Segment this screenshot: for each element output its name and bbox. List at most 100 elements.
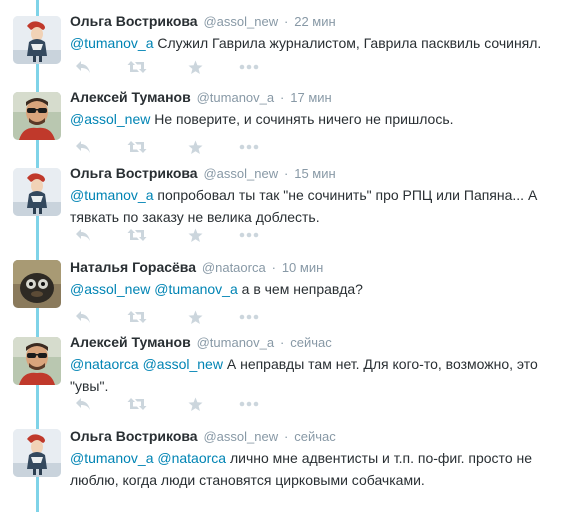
tweet-text: @tumanov_a @nataorca лично мне адвентист… bbox=[70, 447, 560, 491]
mention-link[interactable]: @assol_new bbox=[70, 281, 150, 297]
tweet-timestamp[interactable]: 10 мин bbox=[282, 260, 323, 275]
tweet-header: Ольга Вострикова @assol_new · 15 мин bbox=[70, 164, 578, 182]
separator: · bbox=[280, 90, 285, 105]
user-handle[interactable]: @assol_new bbox=[203, 14, 278, 29]
tweet-text: @tumanov_a Служил Гаврила журналистом, Г… bbox=[70, 32, 578, 54]
retweet-button[interactable] bbox=[126, 58, 148, 76]
retweet-icon bbox=[127, 60, 147, 74]
mention-link[interactable]: @nataorca bbox=[157, 450, 226, 466]
tweet-text: @assol_new Не поверите, и сочинять ничег… bbox=[70, 108, 578, 130]
retweet-button[interactable] bbox=[126, 226, 148, 244]
tweet-timestamp[interactable]: 22 мин bbox=[294, 14, 335, 29]
separator: · bbox=[283, 166, 289, 181]
mention-link[interactable]: @tumanov_a bbox=[70, 35, 153, 51]
tweet-timestamp[interactable]: 17 мин bbox=[290, 90, 331, 105]
user-fullname[interactable]: Ольга Вострикова bbox=[70, 13, 198, 29]
avatar[interactable] bbox=[13, 16, 61, 64]
user-handle[interactable]: @nataorca bbox=[202, 260, 266, 275]
reply-button[interactable] bbox=[72, 58, 94, 76]
user-fullname[interactable]: Алексей Туманов bbox=[70, 89, 191, 105]
avatar-image bbox=[13, 260, 61, 308]
tweet-actions bbox=[70, 308, 330, 326]
favorite-button[interactable] bbox=[184, 58, 206, 76]
star-icon bbox=[188, 140, 203, 155]
tweet-header: Алексей Туманов @tumanov_a · 17 мин bbox=[70, 88, 578, 106]
retweet-button[interactable] bbox=[126, 395, 148, 413]
star-icon bbox=[188, 228, 203, 243]
reply-icon bbox=[75, 310, 91, 324]
mention-link[interactable]: @tumanov_a bbox=[70, 450, 153, 466]
retweet-icon bbox=[127, 140, 147, 154]
separator: · bbox=[283, 429, 289, 444]
mention-link[interactable]: @assol_new bbox=[70, 111, 150, 127]
tweet-actions bbox=[70, 138, 330, 156]
user-fullname[interactable]: Наталья Горасёва bbox=[70, 259, 196, 275]
tweet-text-segment: Служил Гаврила журналистом, Гаврила паск… bbox=[153, 35, 542, 51]
reply-button[interactable] bbox=[72, 308, 94, 326]
avatar-image bbox=[13, 168, 61, 216]
mention-link[interactable]: @tumanov_a bbox=[154, 281, 237, 297]
tweet-timestamp[interactable]: сейчас bbox=[294, 429, 336, 444]
more-icon bbox=[239, 401, 259, 407]
avatar[interactable] bbox=[13, 92, 61, 140]
avatar[interactable] bbox=[13, 168, 61, 216]
user-handle[interactable]: @assol_new bbox=[203, 429, 278, 444]
user-fullname[interactable]: Ольга Вострикова bbox=[70, 165, 198, 181]
reply-icon bbox=[75, 397, 91, 411]
retweet-button[interactable] bbox=[126, 308, 148, 326]
mention-link[interactable]: @tumanov_a bbox=[70, 187, 153, 203]
more-icon bbox=[239, 144, 259, 150]
tweet-timestamp[interactable]: сейчас bbox=[290, 335, 332, 350]
more-button[interactable] bbox=[238, 226, 260, 244]
mention-link[interactable]: @nataorca bbox=[70, 356, 139, 372]
avatar-image bbox=[13, 92, 61, 140]
user-handle[interactable]: @assol_new bbox=[203, 166, 278, 181]
reply-icon bbox=[75, 228, 91, 242]
avatar[interactable] bbox=[13, 337, 61, 385]
reply-button[interactable] bbox=[72, 226, 94, 244]
avatar[interactable] bbox=[13, 429, 61, 477]
tweet-text: @tumanov_a попробовал ты так "не сочинит… bbox=[70, 184, 560, 228]
favorite-button[interactable] bbox=[184, 308, 206, 326]
separator: · bbox=[271, 260, 276, 275]
more-button[interactable] bbox=[238, 308, 260, 326]
reply-icon bbox=[75, 140, 91, 154]
favorite-button[interactable] bbox=[184, 395, 206, 413]
user-handle[interactable]: @tumanov_a bbox=[197, 335, 275, 350]
more-icon bbox=[239, 314, 259, 320]
more-icon bbox=[239, 64, 259, 70]
user-fullname[interactable]: Ольга Вострикова bbox=[70, 428, 198, 444]
avatar-image bbox=[13, 429, 61, 477]
more-button[interactable] bbox=[238, 138, 260, 156]
star-icon bbox=[188, 60, 203, 75]
retweet-button[interactable] bbox=[126, 138, 148, 156]
mention-link[interactable]: @assol_new bbox=[143, 356, 223, 372]
retweet-icon bbox=[127, 397, 147, 411]
favorite-button[interactable] bbox=[184, 138, 206, 156]
reply-button[interactable] bbox=[72, 138, 94, 156]
tweet-text-segment: а в чем неправда? bbox=[237, 281, 363, 297]
tweet-actions bbox=[70, 226, 330, 244]
tweet-header: Ольга Вострикова @assol_new · 22 мин bbox=[70, 12, 578, 30]
favorite-button[interactable] bbox=[184, 226, 206, 244]
reply-button[interactable] bbox=[72, 395, 94, 413]
avatar-image bbox=[13, 16, 61, 64]
retweet-icon bbox=[127, 310, 147, 324]
avatar[interactable] bbox=[13, 260, 61, 308]
tweet-text: @assol_new @tumanov_a а в чем неправда? bbox=[70, 278, 578, 300]
more-button[interactable] bbox=[238, 395, 260, 413]
retweet-icon bbox=[127, 228, 147, 242]
more-button[interactable] bbox=[238, 58, 260, 76]
tweet-actions bbox=[70, 58, 330, 76]
star-icon bbox=[188, 397, 203, 412]
separator: · bbox=[283, 14, 289, 29]
star-icon bbox=[188, 310, 203, 325]
avatar-image bbox=[13, 337, 61, 385]
tweet-timestamp[interactable]: 15 мин bbox=[294, 166, 335, 181]
user-handle[interactable]: @tumanov_a bbox=[197, 90, 275, 105]
more-icon bbox=[239, 232, 259, 238]
tweet-text-segment: Не поверите, и сочинять ничего не пришло… bbox=[150, 111, 454, 127]
user-fullname[interactable]: Алексей Туманов bbox=[70, 334, 191, 350]
separator: · bbox=[280, 335, 285, 350]
tweet-header: Алексей Туманов @tumanov_a · сейчас bbox=[70, 333, 578, 351]
